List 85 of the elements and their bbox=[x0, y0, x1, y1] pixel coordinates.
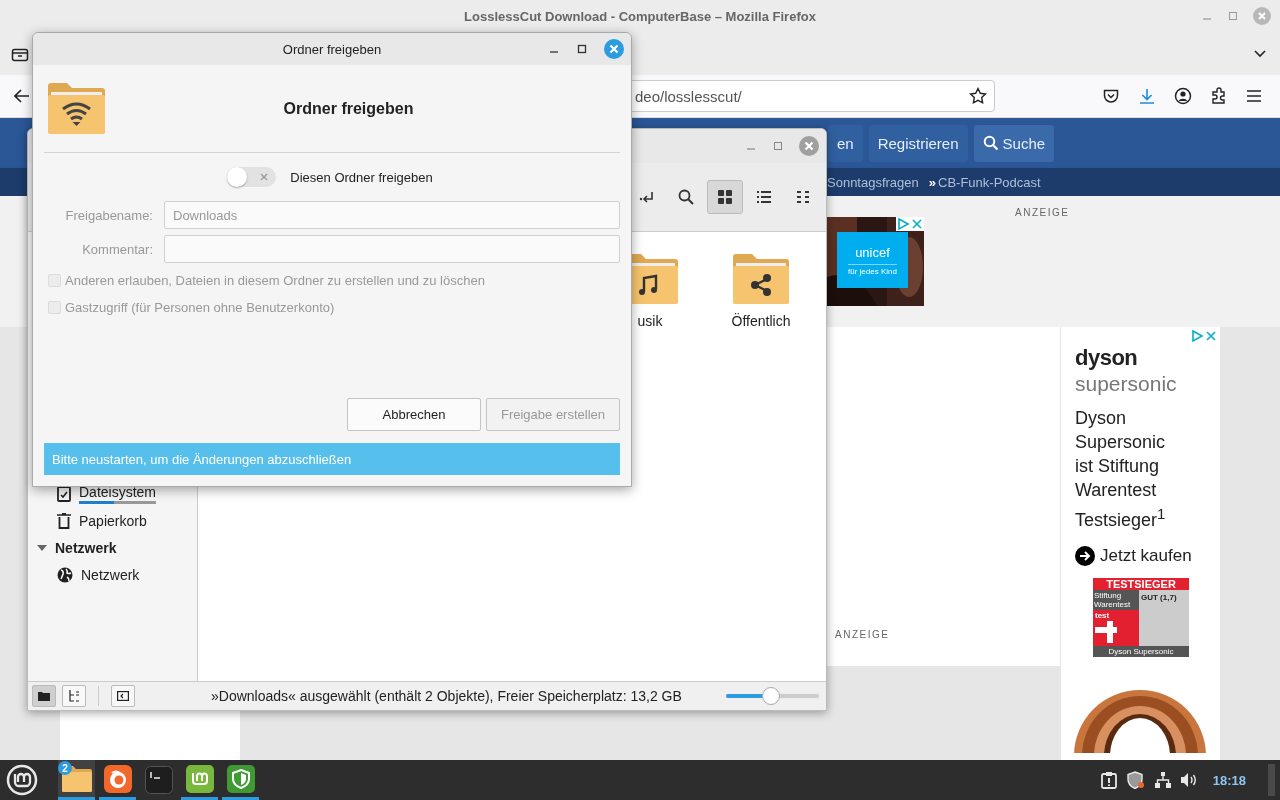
close-icon[interactable] bbox=[604, 39, 624, 59]
info-bar: Bitte neustarten, um die Änderungen abzuschließen bbox=[44, 443, 620, 475]
tagline: für jedes Kind bbox=[848, 263, 897, 276]
clipboard-alert-icon[interactable] bbox=[1100, 771, 1117, 789]
dialog-heading: Ordner freigeben bbox=[282, 99, 415, 118]
search-icon bbox=[678, 189, 694, 205]
sidebar-icon bbox=[117, 690, 129, 702]
arrow-circle-icon bbox=[1075, 546, 1095, 566]
item-label: Dateisystem bbox=[79, 483, 157, 500]
url-text: deo/losslesscut/ bbox=[635, 87, 742, 105]
globe-icon bbox=[57, 566, 73, 583]
maximize-icon[interactable] bbox=[576, 43, 588, 55]
close-icon[interactable] bbox=[799, 136, 819, 156]
item-label: Papierkorb bbox=[79, 512, 147, 529]
field-label: Freigabename: bbox=[64, 207, 153, 223]
nav-link[interactable]: »CB-Funk-Podcast bbox=[928, 174, 1041, 190]
ad-label: ANZEIGE bbox=[1015, 207, 1070, 218]
download-icon[interactable] bbox=[1138, 87, 1156, 105]
shared-folder-icon bbox=[48, 83, 105, 134]
folder-icon bbox=[38, 690, 50, 702]
ad-headline: Dyson Supersonic ist Stiftung Warentest Testsieger$^{1}$ bbox=[1075, 407, 1167, 532]
tree-toggle-button[interactable] bbox=[62, 685, 86, 707]
nav-link[interactable]: en bbox=[828, 124, 863, 162]
search-icon bbox=[982, 135, 999, 151]
bookmark-star-icon[interactable] bbox=[969, 87, 987, 105]
return-arrow-icon bbox=[639, 189, 655, 205]
nav-link[interactable]: Sonntagsfragen bbox=[827, 174, 919, 190]
mint-logo-icon[interactable] bbox=[6, 764, 38, 796]
dyson-ad[interactable]: dyson supersonic Dyson Supersonic ist Stiftung Warentest Testsieger$^{1}$ Jetzt kaufen TESTSIEGER Stiftung Warentest test GUT (1,7) Dyson Supersonic bbox=[1061, 327, 1220, 760]
grid-button[interactable] bbox=[707, 180, 743, 214]
cta-link[interactable]: Jetzt kaufen bbox=[1100, 546, 1192, 566]
x-icon bbox=[260, 173, 269, 181]
account-icon[interactable] bbox=[1174, 87, 1192, 105]
network-icon[interactable] bbox=[1154, 772, 1171, 788]
pocket-icon[interactable] bbox=[1102, 87, 1120, 105]
checkbox-label: Gastzugriff (für Personen ohne Benutzerkonto) bbox=[65, 300, 335, 315]
ad-label: ANZEIGE bbox=[835, 629, 890, 640]
seal-footer: Dyson Supersonic bbox=[1093, 646, 1189, 657]
count-badge: 2 bbox=[58, 761, 72, 775]
sidebar-item[interactable]: Netzwerk bbox=[28, 561, 197, 588]
nav-link[interactable]: Registrieren bbox=[868, 124, 968, 162]
search-button[interactable]: Suche bbox=[973, 124, 1055, 162]
list-icon bbox=[756, 189, 772, 205]
dialog-button[interactable]: Abbrechen bbox=[347, 398, 481, 431]
checkbox-label: Anderen erlauben, Dateien in diesem Ordner zu erstellen und zu löschen bbox=[65, 273, 485, 288]
chevron-down-icon[interactable] bbox=[1253, 48, 1267, 59]
slider-thumb[interactable] bbox=[761, 687, 780, 705]
folder-name: Öffentlich bbox=[731, 313, 791, 329]
folder-icon bbox=[733, 254, 789, 304]
sidebar-toggle-button[interactable] bbox=[111, 685, 135, 707]
play-icon[interactable] bbox=[1190, 329, 1204, 343]
close-icon[interactable] bbox=[1204, 329, 1218, 343]
toggle-label: Diesen Ordner freigeben bbox=[290, 169, 433, 185]
section-header[interactable]: Netzwerk bbox=[55, 539, 117, 556]
places-toggle-button[interactable] bbox=[32, 685, 56, 707]
folder-name: usik bbox=[637, 313, 663, 329]
toggle-switch[interactable] bbox=[227, 167, 277, 187]
puzzle-icon[interactable] bbox=[1210, 87, 1228, 105]
zoom-slider[interactable] bbox=[726, 687, 819, 705]
item-label: Netzwerk bbox=[81, 566, 140, 583]
sidebar-item[interactable]: Papierkorb bbox=[28, 507, 197, 534]
back-arrow-icon[interactable] bbox=[14, 89, 30, 103]
volume-icon[interactable] bbox=[1180, 772, 1197, 788]
grid-icon bbox=[717, 189, 733, 205]
drive-icon bbox=[57, 485, 71, 502]
close-icon[interactable] bbox=[910, 217, 924, 231]
cross-icon bbox=[1095, 621, 1117, 643]
product-name: supersonic bbox=[1075, 371, 1178, 397]
window-title: LosslessCut Download - ComputerBase – Mozilla Firefox bbox=[464, 8, 816, 24]
brand-logo: dyson bbox=[1075, 345, 1139, 371]
window-title: Ordner freigeben bbox=[282, 41, 382, 57]
menu-icon[interactable] bbox=[1246, 89, 1262, 103]
tree-icon bbox=[68, 690, 80, 702]
clock[interactable]: 18:18 bbox=[1212, 772, 1246, 788]
trash-icon bbox=[57, 512, 71, 529]
shield-icon[interactable] bbox=[1126, 771, 1145, 789]
logo-text: unicef bbox=[855, 244, 890, 260]
seal-title: TESTSIEGER bbox=[1093, 578, 1189, 590]
status-text: »Downloads« ausgewählt (enthält 2 Objekte), Freier Speicherplatz: 13,2 GB bbox=[211, 688, 682, 704]
play-icon[interactable] bbox=[896, 217, 910, 231]
seal-grade: GUT (1,7) bbox=[1140, 592, 1178, 604]
compact-list-icon bbox=[795, 189, 811, 205]
field-label: Kommentar: bbox=[81, 241, 153, 257]
seal-logo: test bbox=[1095, 611, 1111, 620]
folder-item[interactable]: Öffentlich bbox=[715, 254, 807, 329]
